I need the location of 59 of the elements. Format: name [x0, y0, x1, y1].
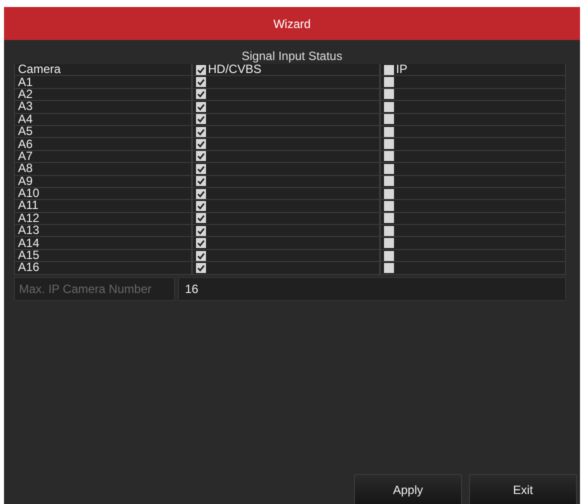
checkbox[interactable] — [196, 250, 206, 261]
camera-name: A5 — [18, 126, 33, 138]
checkbox[interactable] — [196, 139, 206, 150]
checkbox[interactable] — [196, 238, 206, 248]
value-field[interactable]: 16 — [178, 276, 566, 301]
checkbox[interactable] — [384, 126, 394, 137]
column-header: IP — [396, 64, 408, 76]
checkbox[interactable] — [384, 188, 394, 199]
section-title: Signal Input Status — [240, 48, 344, 64]
camera-name: A16 — [18, 262, 40, 274]
checkbox[interactable] — [196, 176, 206, 186]
column-header: HD/CVBS — [208, 64, 262, 76]
checkbox[interactable] — [196, 200, 206, 211]
checkbox[interactable] — [196, 151, 206, 162]
checkbox[interactable] — [196, 89, 206, 100]
exit-button[interactable]: Exit — [469, 474, 577, 504]
checkbox[interactable] — [196, 114, 206, 124]
checkbox[interactable] — [384, 164, 394, 174]
checkbox[interactable] — [384, 262, 394, 273]
camera-name: A6 — [18, 138, 33, 150]
checkbox[interactable] — [196, 126, 206, 137]
checkbox[interactable] — [384, 238, 394, 248]
camera-name: A9 — [18, 176, 33, 187]
field-label: Max. IP Camera Number — [14, 276, 175, 301]
checkbox[interactable] — [384, 200, 394, 211]
checkbox[interactable] — [196, 188, 206, 199]
camera-name: A2 — [18, 88, 33, 100]
camera-name: A13 — [18, 225, 40, 236]
checkbox[interactable] — [384, 151, 394, 162]
apply-button[interactable]: Apply — [354, 474, 462, 504]
camera-name: A1 — [18, 76, 33, 88]
checkbox[interactable] — [196, 77, 206, 88]
checkbox[interactable] — [196, 164, 206, 174]
checkbox[interactable] — [196, 262, 206, 273]
camera-name: A12 — [18, 212, 40, 224]
checkbox[interactable] — [196, 64, 206, 75]
column-header: Camera — [18, 64, 61, 76]
checkbox[interactable] — [384, 226, 394, 236]
camera-name: A4 — [18, 114, 33, 125]
camera-name: A15 — [18, 250, 40, 262]
camera-name: A7 — [18, 150, 33, 162]
checkbox[interactable] — [384, 102, 394, 112]
checkbox[interactable] — [384, 139, 394, 150]
camera-name: A3 — [18, 101, 33, 112]
checkbox[interactable] — [196, 102, 206, 112]
checkbox[interactable] — [384, 176, 394, 186]
checkbox[interactable] — [384, 213, 394, 224]
window-title: Wizard — [4, 7, 580, 40]
checkbox[interactable] — [384, 64, 394, 75]
camera-name: A11 — [18, 200, 38, 212]
camera-name: A14 — [18, 238, 40, 249]
checkbox[interactable] — [196, 226, 206, 236]
checkbox[interactable] — [384, 77, 394, 88]
checkbox[interactable] — [384, 250, 394, 261]
camera-name: A8 — [18, 163, 33, 174]
checkbox[interactable] — [384, 114, 394, 124]
camera-name: A10 — [18, 188, 40, 200]
checkbox[interactable] — [384, 89, 394, 100]
checkbox[interactable] — [196, 213, 206, 224]
